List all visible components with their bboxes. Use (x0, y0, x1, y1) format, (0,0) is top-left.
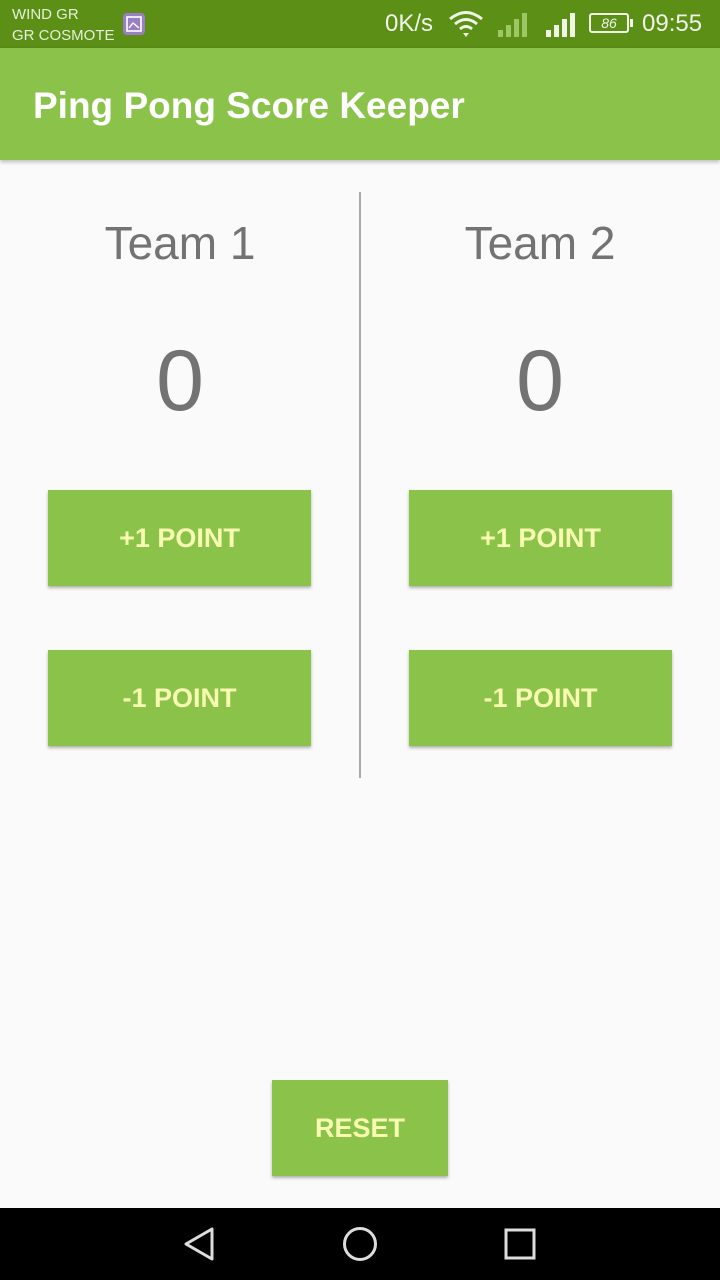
navigation-bar (0, 1208, 720, 1280)
reset-button[interactable]: RESET (272, 1080, 448, 1176)
image-notification-icon (123, 13, 145, 35)
status-bar: WIND GR GR COSMOTE 0K/s 86 09:55 (0, 0, 720, 48)
signal-icon (498, 11, 530, 42)
carrier-2: GR COSMOTE (12, 27, 115, 44)
home-icon[interactable] (342, 1226, 378, 1267)
team-1-panel: Team 1 0 (0, 190, 360, 431)
app-bar: Ping Pong Score Keeper (0, 48, 720, 160)
team-1-plus-point-button[interactable]: +1 POINT (48, 490, 311, 586)
team-2-minus-point-button[interactable]: -1 POINT (409, 650, 672, 746)
team-2-name: Team 2 (464, 217, 616, 269)
back-icon[interactable] (182, 1226, 218, 1267)
carrier-1: WIND GR (12, 6, 79, 23)
team-2-panel: Team 2 0 (360, 190, 720, 431)
signal-icon (546, 11, 578, 42)
network-speed: 0K/s (385, 10, 434, 37)
team-1-score: 0 (156, 333, 204, 429)
team-1-minus-point-button[interactable]: -1 POINT (48, 650, 311, 746)
team-1-name: Team 1 (104, 217, 256, 269)
app-title: Ping Pong Score Keeper (33, 85, 465, 126)
team-2-score: 0 (516, 333, 564, 429)
recents-icon[interactable] (504, 1228, 536, 1265)
carrier-info: WIND GR GR COSMOTE (12, 4, 115, 46)
battery-tip (630, 19, 633, 27)
clock: 09:55 (642, 10, 703, 37)
battery-icon: 86 (589, 13, 629, 33)
team-2-plus-point-button[interactable]: +1 POINT (409, 490, 672, 586)
wifi-icon (448, 10, 484, 43)
